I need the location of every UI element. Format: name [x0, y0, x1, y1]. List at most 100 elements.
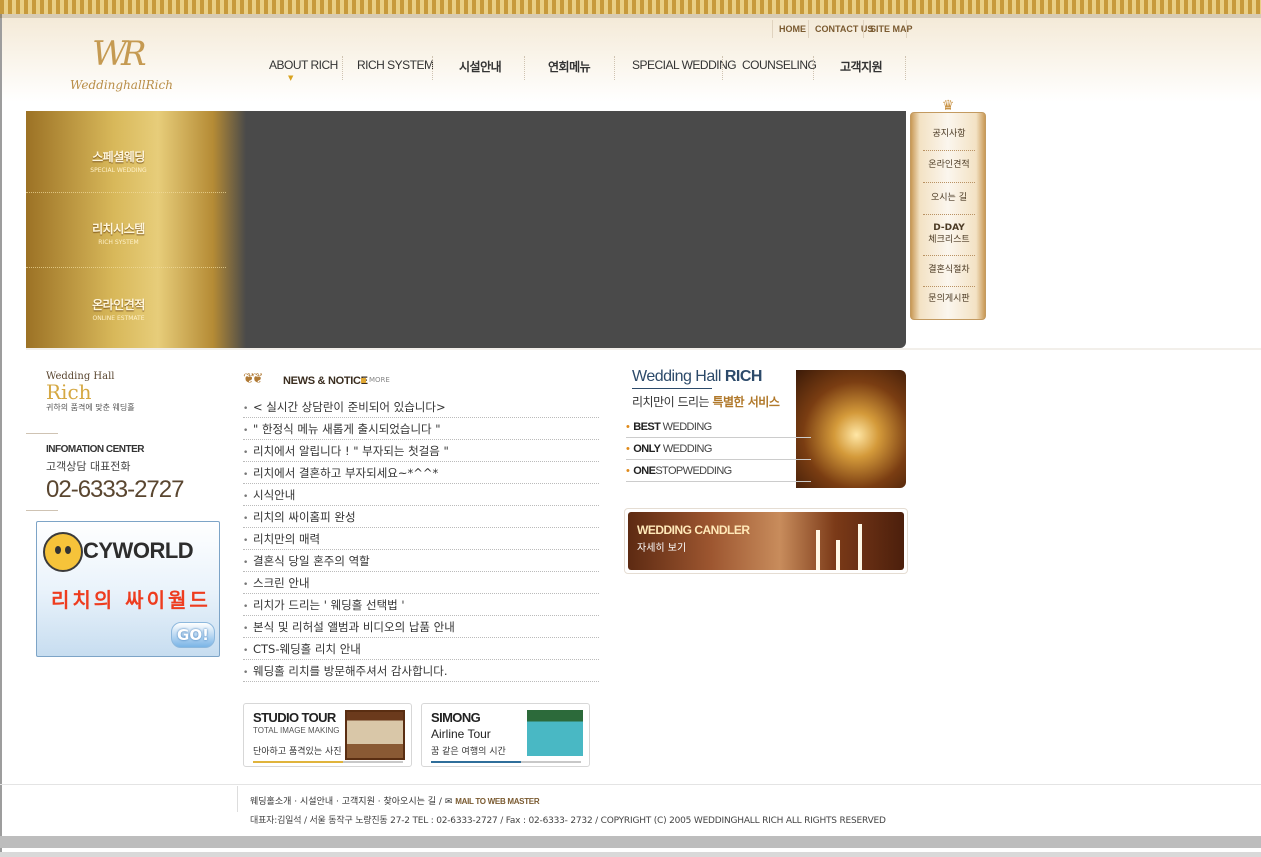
feature-one-stop-wedding: ONESTOPWEDDING [626, 460, 811, 482]
bullet-icon: • [243, 426, 249, 436]
service-title-a: Wedding Hall [632, 368, 721, 385]
news-item[interactable]: • " 한정식 메뉴 새롭게 출시되었습니다 " [243, 418, 599, 440]
visual-btn-rich-system[interactable]: 리치시스템 RICH SYSTEM [26, 188, 211, 264]
feature-rest: WEDDING [662, 421, 713, 433]
news-item-text: 스크린 안내 [253, 576, 310, 590]
news-item-text: 시식안내 [253, 488, 296, 502]
cyworld-text: 리치의 싸이월드 [51, 588, 211, 612]
footer-link-facilities[interactable]: 시설안내 [300, 797, 333, 807]
footer-divider [0, 784, 1261, 785]
quick-inquiry-board[interactable]: 문의게시판 [921, 294, 977, 305]
news-item[interactable]: • 스크린 안내 [243, 572, 599, 594]
quick-divider [923, 182, 975, 183]
quick-dday[interactable]: D-DAY [921, 223, 977, 234]
news-item[interactable]: • 본식 및 리허설 앨범과 비디오의 납품 안내 [243, 616, 599, 638]
feature-bold: BEST [633, 421, 661, 433]
promo-subtitle: Airline Tour [431, 727, 491, 741]
promo-subtitle: TOTAL IMAGE MAKING [253, 726, 340, 735]
footer-link-about[interactable]: 웨딩홀소개 [250, 797, 291, 807]
quick-ceremony-procedure[interactable]: 결혼식절차 [921, 265, 977, 276]
champagne-tower-image [796, 370, 906, 488]
quick-directions[interactable]: 오시는 길 [921, 193, 977, 204]
bullet-icon: • [243, 404, 249, 414]
footer-link-support[interactable]: 고객지원 [342, 797, 375, 807]
site-logo[interactable]: WR WeddinghallRich [70, 34, 200, 96]
news-item-text: 본식 및 리허설 앨범과 비디오의 납품 안내 [253, 620, 455, 634]
quick-divider [923, 255, 975, 256]
news-item-text: 결혼식 당일 혼주의 역할 [253, 554, 370, 568]
news-item[interactable]: • 시식안내 [243, 484, 599, 506]
news-item[interactable]: • 웨딩홀 리치를 방문해주셔서 감사합니다. [243, 660, 599, 682]
news-item[interactable]: • 리치의 싸이홈피 완성 [243, 506, 599, 528]
cyworld-go-button[interactable]: GO! [171, 622, 215, 648]
gnb-divider [524, 56, 526, 80]
news-item[interactable]: • 리치에서 알립니다 ! " 부자되는 첫걸음 " [243, 440, 599, 462]
quick-divider [923, 286, 975, 287]
footer-link-directions[interactable]: 찾아오시는 길 [383, 797, 436, 807]
bullet-icon: • [243, 558, 249, 568]
beach-photo-image [527, 710, 583, 756]
bullet-icon: • [243, 448, 249, 458]
news-item[interactable]: • 결혼식 당일 혼주의 역할 [243, 550, 599, 572]
footer-links: 웨딩홀소개 · 시설안내 · 고객지원 · 찾아오시는 길 / ✉ MAIL T… [250, 794, 540, 807]
promo-title: STUDIO TOUR [253, 710, 336, 725]
news-item[interactable]: • 리치만의 매력 [243, 528, 599, 550]
news-item-text: 리치에서 결혼하고 부자되세요~*^^* [253, 466, 439, 480]
news-ornament-icon: ❦❦ [243, 371, 264, 387]
gnb-divider [905, 56, 907, 80]
promo-caption: 꿈 같은 여행의 시간 [431, 747, 506, 757]
simong-tour-banner[interactable]: SIMONG Airline Tour 꿈 같은 여행의 시간 [421, 703, 590, 767]
info-center: INFOMATION CENTER 고객상담 대표전화 02-6333-2727 [46, 444, 184, 504]
visual-btn-special-wedding[interactable]: 스페셜웨딩 SPECIAL WEDDING [26, 116, 211, 192]
visual-menu-panel: 스페셜웨딩 SPECIAL WEDDING 리치시스템 RICH SYSTEM … [26, 111, 246, 348]
news-item[interactable]: • 리치에서 결혼하고 부자되세요~*^^* [243, 462, 599, 484]
news-item-text: CTS-웨딩홀 리치 안내 [253, 642, 361, 656]
news-item[interactable]: • < 실시간 상담란이 준비되어 있습니다> [243, 396, 599, 418]
gnb-facilities[interactable]: 시설안내 [459, 58, 502, 75]
service-sub-a: 리치만이 드리는 [632, 395, 710, 409]
quick-dday-checklist[interactable]: 체크리스트 [921, 235, 977, 246]
gnb-divider [614, 56, 616, 80]
gnb-customer-support[interactable]: 고객지원 [840, 58, 883, 75]
wedding-candler-banner[interactable]: WEDDING CANDLER 자세히 보기 [624, 508, 908, 574]
news-item[interactable]: • 리치가 드리는 ' 웨딩홀 선택법 ' [243, 594, 599, 616]
gnb-counseling[interactable]: COUNSELING [742, 58, 817, 72]
news-more-link[interactable]: MORE [361, 376, 390, 384]
footer-mail-link[interactable]: MAIL TO WEB MASTER [455, 797, 539, 806]
service-sub-b: 특별한 서비스 [712, 395, 780, 409]
feature-only-wedding: ONLY WEDDING [626, 438, 811, 460]
util-home-link[interactable]: HOME [772, 20, 806, 38]
news-title: NEWS & NOTICE [283, 375, 368, 387]
quick-online-estimate[interactable]: 온라인견적 [921, 160, 977, 171]
studio-tour-banner[interactable]: STUDIO TOUR TOTAL IMAGE MAKING 단아하고 품격있는… [243, 703, 412, 767]
news-item-text: 리치에서 알립니다 ! " 부자되는 첫걸음 " [253, 444, 449, 458]
gnb-rich-system[interactable]: RICH SYSTEM [357, 58, 434, 72]
news-header: ❦❦ NEWS & NOTICE MORE [243, 371, 603, 393]
util-divider [906, 20, 907, 38]
gnb-about-rich[interactable]: ABOUT RICH [269, 58, 338, 72]
candler-link[interactable]: 자세히 보기 [637, 539, 686, 554]
service-title: Wedding Hall RICH [632, 368, 762, 386]
quick-notice[interactable]: 공지사항 [921, 129, 977, 140]
cyworld-face-icon [43, 532, 83, 572]
visual-btn-online-estimate[interactable]: 온라인견적 ONLINE ESTMATE [26, 264, 211, 340]
left-divider [26, 433, 58, 434]
footer-vline [237, 786, 238, 812]
gnb-divider [813, 56, 815, 80]
bullet-icon: • [243, 492, 249, 502]
news-item[interactable]: • CTS-웨딩홀 리치 안내 [243, 638, 599, 660]
top-ornament-strip [0, 0, 1261, 14]
feature-rest: WEDDING [662, 443, 713, 455]
footer-bar [0, 836, 1261, 848]
feature-best-wedding: BEST WEDDING [626, 416, 811, 438]
logo-monogram: WR [92, 34, 146, 74]
bullet-icon: • [243, 646, 249, 656]
news-item-text: " 한정식 메뉴 새롭게 출시되었습니다 " [253, 422, 441, 436]
cyworld-banner[interactable]: CYWORLD 리치의 싸이월드 GO! [36, 521, 220, 657]
bullet-icon: • [243, 624, 249, 634]
footer-bar-bottom [0, 852, 1261, 857]
gnb-banquet-menu[interactable]: 연회메뉴 [548, 58, 591, 75]
gnb-divider [722, 56, 724, 80]
gnb-divider [432, 56, 434, 80]
gnb-special-wedding[interactable]: SPECIAL WEDDING [632, 58, 737, 72]
